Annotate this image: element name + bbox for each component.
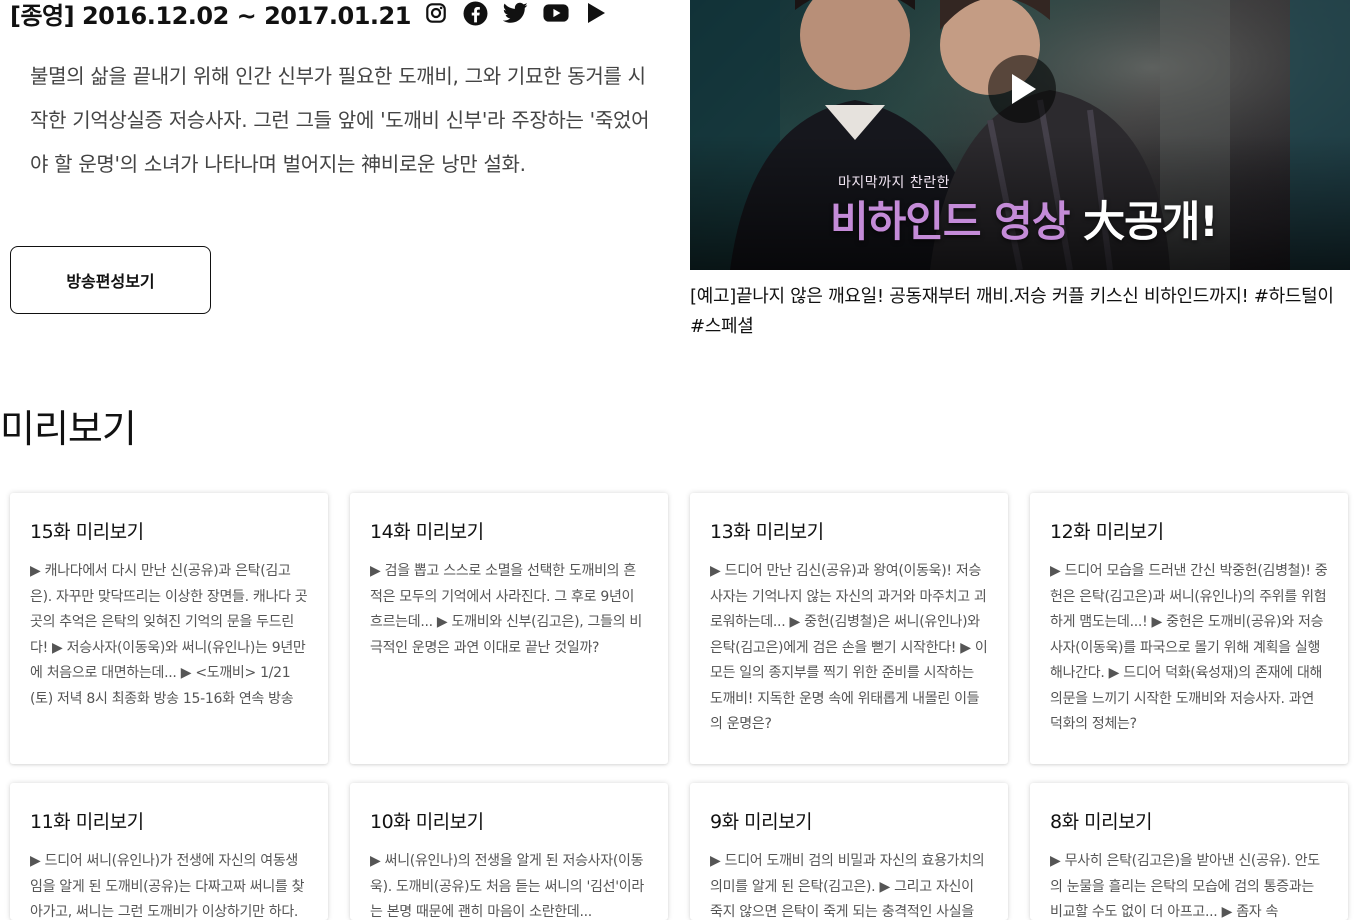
play-store-icon[interactable]	[583, 0, 609, 26]
preview-card-body: ▶ 드디어 만난 김신(공유)과 왕여(이동욱)! 저승사자는 기억나지 않는 …	[710, 563, 988, 732]
featured-video-caption[interactable]: [예고]끝나지 않은 깨요일! 공동재부터 깨비.저승 커플 키스신 비하인드까…	[690, 282, 1350, 342]
video-overlay-white-text: 大공개!	[1083, 197, 1218, 246]
air-date-text: [종영] 2016.12.02 ~ 2017.01.21	[10, 1, 411, 30]
preview-card-title: 9화 미리보기	[710, 811, 813, 833]
preview-card-body: ▶ 드디어 써니(유인나)가 전생에 자신의 여동생임을 알게 된 도깨비(공유…	[30, 853, 305, 920]
youtube-icon[interactable]	[543, 0, 569, 26]
twitter-icon[interactable]	[503, 0, 529, 26]
instagram-icon[interactable]	[423, 0, 449, 26]
preview-card-title: 14화 미리보기	[370, 521, 484, 543]
air-date-bar: [종영] 2016.12.02 ~ 2017.01.21	[10, 0, 609, 30]
preview-card-ep10[interactable]: 10화 미리보기 ▶ 써니(유인나)의 전생을 알게 된 저승사자(이동욱). …	[350, 783, 668, 920]
preview-card-title: 12화 미리보기	[1050, 521, 1164, 543]
video-overlay-headline: 비하인드 영상 大공개!	[830, 188, 1219, 249]
preview-card-ep11[interactable]: 11화 미리보기 ▶ 드디어 써니(유인나)가 전생에 자신의 여동생임을 알게…	[10, 783, 328, 920]
preview-card-body: ▶ 써니(유인나)의 전생을 알게 된 저승사자(이동욱). 도깨비(공유)도 …	[370, 853, 644, 920]
preview-card-title: 13화 미리보기	[710, 521, 824, 543]
preview-card-body: ▶ 드디어 모습을 드러낸 간신 박중헌(김병철)! 중헌은 은탁(김고은)과 …	[1050, 563, 1328, 732]
featured-video-thumbnail[interactable]: 마지막까지 찬란한 비하인드 영상 大공개!	[690, 0, 1350, 270]
preview-card-ep9[interactable]: 9화 미리보기 ▶ 드디어 도깨비 검의 비밀과 자신의 효용가치의 의미를 알…	[690, 783, 1008, 920]
preview-card-ep13[interactable]: 13화 미리보기 ▶ 드디어 만난 김신(공유)과 왕여(이동욱)! 저승사자는…	[690, 493, 1008, 764]
synopsis-text: 불멸의 삶을 끝내기 위해 인간 신부가 필요한 도깨비, 그와 기묘한 동거를…	[30, 64, 650, 176]
preview-card-body: ▶ 캐나다에서 다시 만난 신(공유)과 은탁(김고은). 자꾸만 맞닥뜨리는 …	[30, 563, 308, 707]
preview-section-title: 미리보기	[0, 407, 137, 451]
preview-card-ep15[interactable]: 15화 미리보기 ▶ 캐나다에서 다시 만난 신(공유)과 은탁(김고은). 자…	[10, 493, 328, 764]
video-overlay-purple-text: 비하인드 영상	[830, 197, 1070, 246]
social-links	[423, 0, 609, 26]
preview-card-ep12[interactable]: 12화 미리보기 ▶ 드디어 모습을 드러낸 간신 박중헌(김병철)! 중헌은 …	[1030, 493, 1348, 764]
preview-card-body: ▶ 드디어 도깨비 검의 비밀과 자신의 효용가치의 의미를 알게 된 은탁(김…	[710, 853, 985, 920]
preview-card-title: 10화 미리보기	[370, 811, 484, 833]
preview-card-ep8[interactable]: 8화 미리보기 ▶ 무사히 은탁(김고은)을 받아낸 신(공유). 안도의 눈물…	[1030, 783, 1348, 920]
preview-card-title: 11화 미리보기	[30, 811, 144, 833]
facebook-icon[interactable]	[463, 0, 489, 26]
preview-card-body: ▶ 검을 뽑고 스스로 소멸을 선택한 도깨비의 흔적은 모두의 기억에서 사라…	[370, 563, 643, 656]
preview-card-title: 8화 미리보기	[1050, 811, 1153, 833]
preview-card-body: ▶ 무사히 은탁(김고은)을 받아낸 신(공유). 안도의 눈물을 흘리는 은탁…	[1050, 853, 1320, 920]
schedule-button[interactable]: 방송편성보기	[10, 246, 211, 314]
preview-card-ep14[interactable]: 14화 미리보기 ▶ 검을 뽑고 스스로 소멸을 선택한 도깨비의 흔적은 모두…	[350, 493, 668, 764]
preview-card-title: 15화 미리보기	[30, 521, 144, 543]
